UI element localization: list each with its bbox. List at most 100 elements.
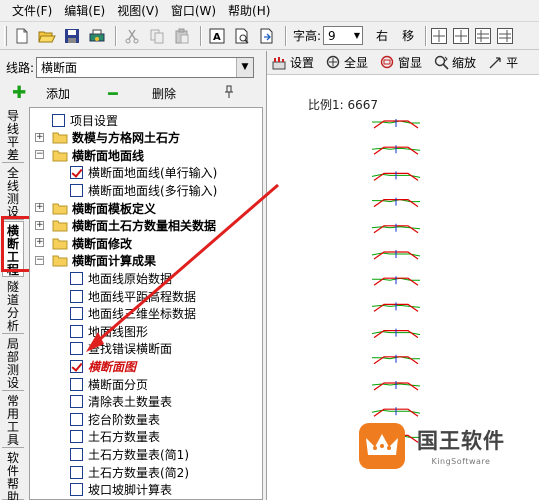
- pin-icon[interactable]: [224, 85, 234, 102]
- move-button[interactable]: 移: [402, 27, 414, 44]
- expand-icon[interactable]: +: [35, 132, 44, 142]
- tree-item[interactable]: 项目设置: [52, 111, 118, 129]
- tree-item[interactable]: 地面线图形: [70, 322, 148, 340]
- remove-icon[interactable]: ━: [108, 84, 122, 103]
- tree-item[interactable]: 数模与方格网土石方: [52, 129, 180, 147]
- checkbox[interactable]: [70, 183, 83, 197]
- tab-label: 导线平差: [7, 109, 20, 162]
- vertical-tabs: 导线平差 全线测设 横断工程 隧道分析 局部测设 常用工具 软件帮助: [0, 107, 26, 500]
- add-button[interactable]: 添加: [46, 85, 70, 102]
- tree-item[interactable]: 横断面地面线: [52, 146, 144, 164]
- table-icon[interactable]: [475, 27, 492, 44]
- tree-item[interactable]: 土石方数量表(简1): [70, 445, 189, 463]
- add-icon[interactable]: ✚: [12, 83, 26, 103]
- save-icon[interactable]: [61, 25, 83, 47]
- crown-logo-icon: [359, 423, 405, 469]
- cross-section: [371, 223, 421, 234]
- tree-item[interactable]: 地面线原始数据: [70, 269, 172, 287]
- checkbox[interactable]: [52, 113, 65, 127]
- tree-item-label: 地面线原始数据: [88, 271, 173, 286]
- menu-edit[interactable]: 编辑(E): [58, 0, 111, 22]
- tab-label: 常用工具: [7, 394, 20, 447]
- table-icon[interactable]: [497, 27, 514, 44]
- tree-item[interactable]: 横断面地面线(单行输入): [70, 164, 217, 182]
- menu-window[interactable]: 窗口(W): [165, 0, 222, 22]
- checkbox[interactable]: [70, 447, 83, 461]
- tree-item[interactable]: 地面线平距高程数据: [70, 287, 196, 305]
- tree-item[interactable]: 横断面图: [70, 357, 136, 375]
- tree-item-label: 数模与方格网土石方: [72, 131, 181, 146]
- copy-icon[interactable]: [146, 25, 168, 47]
- checkbox[interactable]: [70, 359, 83, 373]
- checkbox[interactable]: [70, 395, 83, 409]
- tree-item[interactable]: 土石方数量表(简2): [70, 463, 189, 481]
- tree-item[interactable]: 横断面分页: [70, 375, 148, 393]
- text-icon[interactable]: A: [206, 25, 228, 47]
- svg-text:A: A: [213, 32, 221, 43]
- checkbox[interactable]: [70, 465, 83, 479]
- preview-icon[interactable]: [231, 25, 253, 47]
- folder-icon: [52, 238, 68, 250]
- tree-item[interactable]: 横断面模板定义: [52, 199, 156, 217]
- checkbox[interactable]: [70, 166, 83, 180]
- tree-item-label: 横断面图: [88, 359, 137, 374]
- print-icon[interactable]: [86, 25, 108, 47]
- toolbar-separator: [285, 25, 287, 46]
- app-window: 文件(F) 编辑(E) 视图(V) 窗口(W) 帮助(H) A 字高: 9 ▼ …: [0, 0, 539, 500]
- menu-help[interactable]: 帮助(H): [222, 0, 276, 22]
- tree-item[interactable]: 横断面土石方数量相关数据: [52, 217, 216, 235]
- tab-help[interactable]: 软件帮助: [2, 449, 24, 500]
- expand-icon[interactable]: +: [35, 203, 44, 212]
- tree-item[interactable]: 查找错误横断面: [70, 340, 172, 358]
- feature-tree: 项目设置 + 数模与方格网土石方 − 横断面地面线 横断面地面线(单行输入) 横断面地面线(…: [29, 107, 263, 500]
- tab-traverse[interactable]: 导线平差: [2, 107, 24, 163]
- menu-view[interactable]: 视图(V): [111, 0, 165, 22]
- tree-item[interactable]: 横断面计算成果: [52, 252, 156, 270]
- route-select[interactable]: 横断面 ▼: [36, 56, 254, 78]
- folder-icon: [52, 150, 68, 162]
- tree-item[interactable]: 横断面地面线(多行输入): [70, 181, 217, 199]
- checkbox[interactable]: [70, 483, 83, 497]
- watermark-title: 国王软件: [417, 428, 505, 453]
- folder-icon: [52, 220, 68, 232]
- checkbox[interactable]: [70, 289, 83, 303]
- tree-item[interactable]: 横断面修改: [52, 234, 132, 252]
- checkbox[interactable]: [70, 324, 83, 338]
- checkbox[interactable]: [70, 412, 83, 426]
- tree-item[interactable]: 地面线三维坐标数据: [70, 305, 196, 323]
- toolbar-grip[interactable]: [4, 25, 7, 46]
- chevron-down-icon: ▼: [353, 31, 361, 40]
- collapse-icon[interactable]: −: [35, 255, 44, 265]
- font-height-select[interactable]: 9 ▼: [323, 26, 364, 45]
- cross-section: [371, 250, 421, 260]
- checkbox[interactable]: [70, 430, 83, 444]
- new-file-icon[interactable]: [11, 25, 33, 47]
- cut-icon[interactable]: [121, 25, 143, 47]
- menu-file[interactable]: 文件(F): [6, 0, 58, 22]
- tab-tunnel[interactable]: 隧道分析: [2, 278, 24, 334]
- grid-icon[interactable]: [453, 27, 470, 44]
- right-button[interactable]: 右: [376, 27, 388, 44]
- tab-tools[interactable]: 常用工具: [2, 392, 24, 448]
- toolbar-separator: [115, 25, 117, 46]
- open-folder-icon[interactable]: [36, 25, 58, 47]
- font-height-value: 9: [328, 28, 336, 43]
- grid-icon[interactable]: [431, 27, 448, 44]
- tree-item[interactable]: 坡口坡脚计算表: [70, 481, 172, 499]
- tab-full-line[interactable]: 全线测设: [2, 164, 24, 220]
- expand-icon[interactable]: +: [35, 238, 44, 248]
- delete-button[interactable]: 删除: [152, 85, 176, 102]
- expand-icon[interactable]: +: [35, 220, 44, 230]
- checkbox[interactable]: [70, 307, 83, 321]
- tab-local[interactable]: 局部测设: [2, 335, 24, 391]
- collapse-icon[interactable]: −: [35, 150, 44, 160]
- checkbox[interactable]: [70, 271, 83, 285]
- tree-item[interactable]: 清除表土数量表: [70, 393, 172, 411]
- checkbox[interactable]: [70, 377, 83, 391]
- export-icon[interactable]: [256, 25, 278, 47]
- chevron-down-icon[interactable]: ▼: [236, 57, 253, 77]
- tree-item[interactable]: 挖台阶数量表: [70, 410, 160, 428]
- checkbox[interactable]: [70, 342, 83, 356]
- tree-item[interactable]: 土石方数量表: [70, 428, 160, 446]
- paste-icon[interactable]: [171, 25, 193, 47]
